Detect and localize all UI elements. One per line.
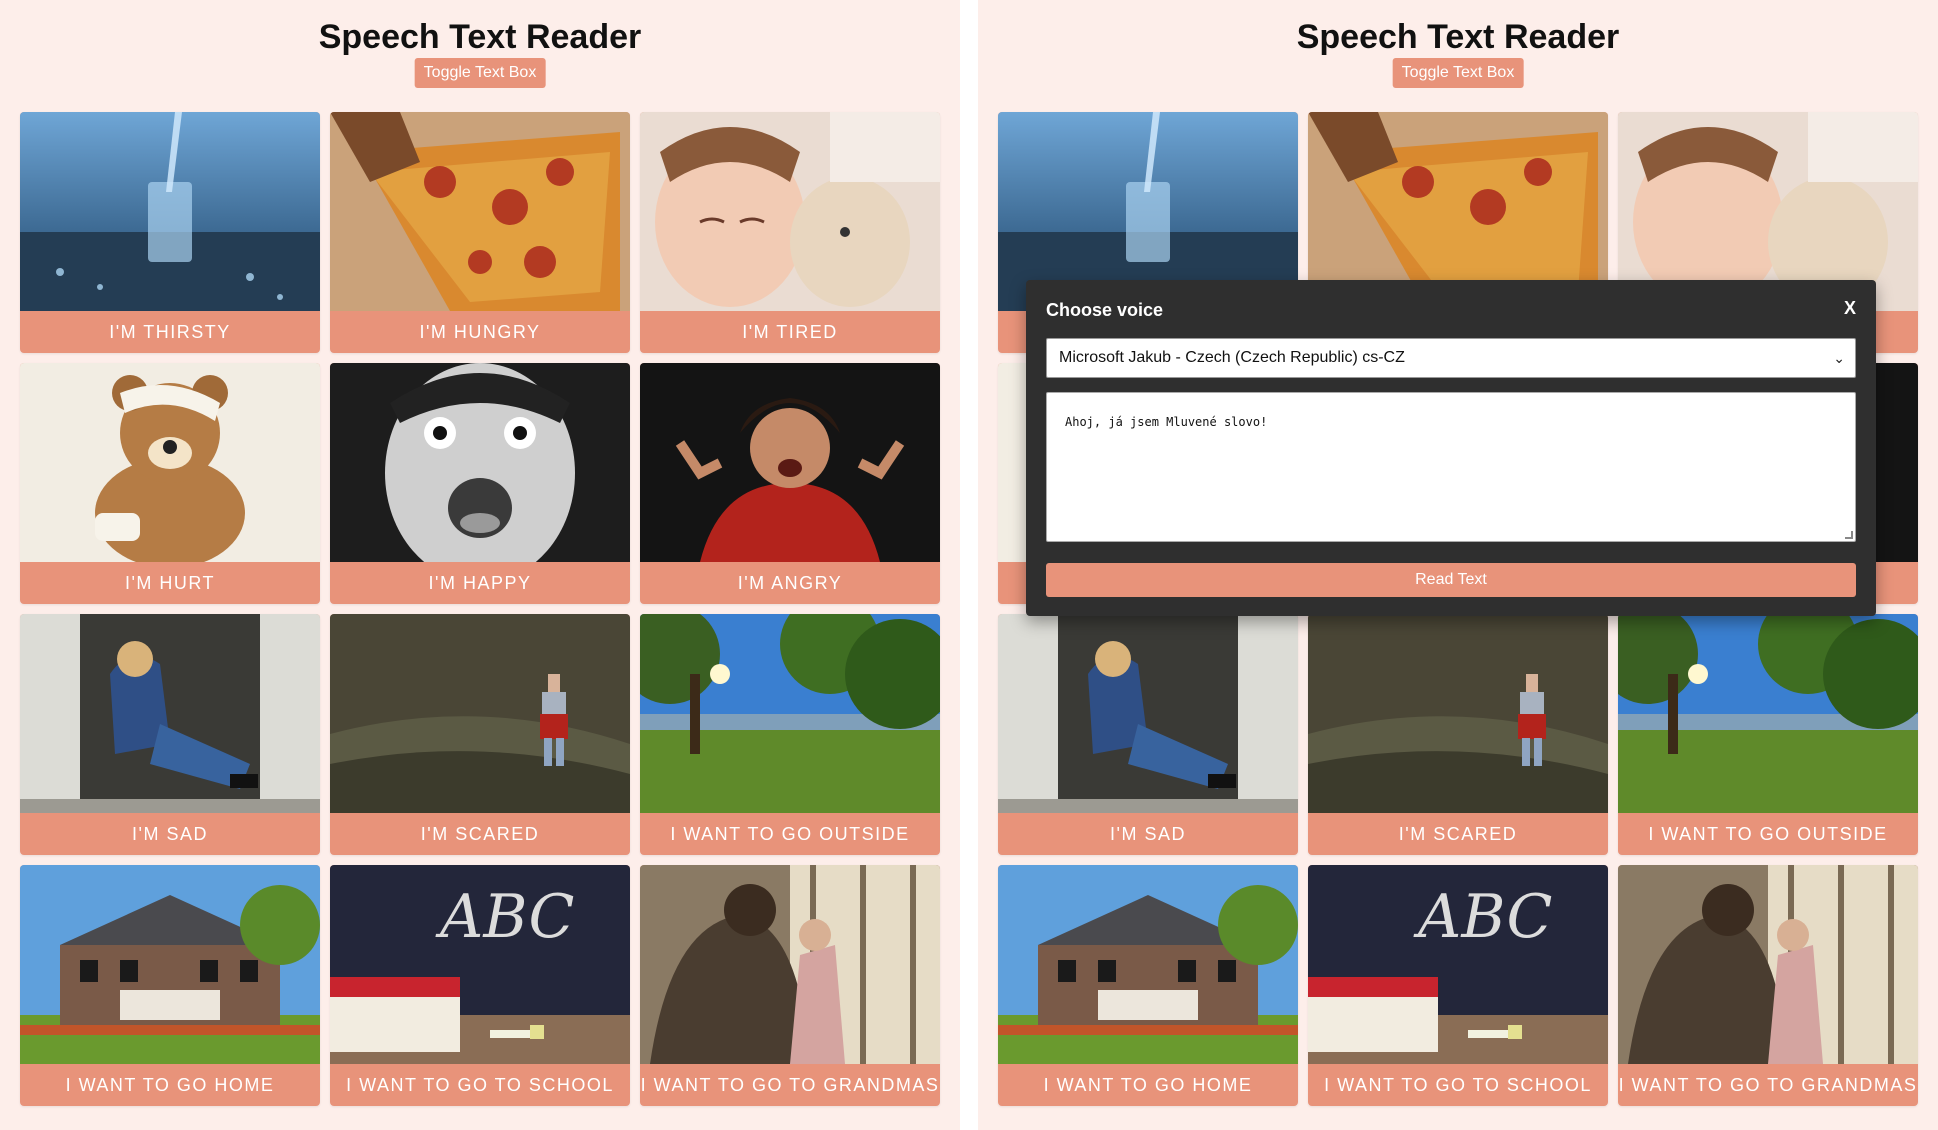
- house-image: [20, 865, 320, 1064]
- card-sad[interactable]: I'm Sad: [20, 614, 320, 855]
- sleeping-child-image: [640, 112, 940, 311]
- card-thirsty[interactable]: I'm Thirsty: [20, 112, 320, 353]
- card-hungry[interactable]: I'm Hungry: [330, 112, 630, 353]
- card-label: I'm Thirsty: [109, 322, 231, 342]
- card-label: I Want To Go To School: [346, 1075, 614, 1095]
- card-home[interactable]: I Want To Go Home: [20, 865, 320, 1106]
- voice-select-value: Microsoft Jakub - Czech (Czech Republic)…: [1059, 349, 1405, 366]
- card-label: I Want To Go To School: [1324, 1075, 1592, 1095]
- card-label: I Want To Go Home: [1043, 1075, 1253, 1095]
- read-text-button[interactable]: Read Text: [1046, 563, 1856, 597]
- card-happy[interactable]: I'm Happy: [330, 363, 630, 604]
- screenshot-stage: Speech Text Reader Toggle Text Box I'm T…: [0, 0, 1938, 1130]
- card-grandmas[interactable]: I Want To Go To Grandmas: [640, 865, 940, 1106]
- sad-child-in-doorway-image: [998, 614, 1298, 813]
- water-glass-image: [20, 112, 320, 311]
- card-scared[interactable]: I'm Scared: [1308, 614, 1608, 855]
- park-sunlight-image: [1618, 614, 1918, 813]
- card-label: I Want To Go Outside: [1648, 824, 1888, 844]
- angry-boy-image: [640, 363, 940, 562]
- card-label: I'm Scared: [1398, 824, 1518, 844]
- sad-child-in-doorway-image: [20, 614, 320, 813]
- card-grid: I'm Thirsty I'm Hungry: [20, 112, 941, 1106]
- card-tired[interactable]: I'm Tired: [640, 112, 940, 353]
- card-home[interactable]: I Want To Go Home: [998, 865, 1298, 1106]
- card-label: I Want To Go To Grandmas: [640, 1075, 940, 1095]
- voice-select[interactable]: Microsoft Jakub - Czech (Czech Republic)…: [1046, 338, 1856, 378]
- grandmother-child-image: [640, 865, 940, 1064]
- card-label: I'm Happy: [428, 573, 532, 593]
- card-label: I Want To Go To Grandmas: [1618, 1075, 1918, 1095]
- text-area-value: Ahoj, já jsem Mluvené slovo!: [1065, 415, 1268, 429]
- child-alone-in-field-image: [330, 614, 630, 813]
- pizza-image: [330, 112, 630, 311]
- app-pane-left: Speech Text Reader Toggle Text Box I'm T…: [0, 0, 960, 1130]
- card-label: I Want To Go Home: [65, 1075, 275, 1095]
- card-label: I Want To Go Outside: [670, 824, 910, 844]
- choose-voice-modal: Choose voice X Microsoft Jakub - Czech (…: [1026, 280, 1876, 616]
- chevron-down-icon: ⌄: [1833, 350, 1845, 366]
- page-title: Speech Text Reader: [1296, 18, 1620, 56]
- card-label: I'm Angry: [737, 573, 843, 593]
- grandmother-child-image: [1618, 865, 1918, 1064]
- bandaged-teddy-bear-image: [20, 363, 320, 562]
- card-angry[interactable]: I'm Angry: [640, 363, 940, 604]
- close-icon[interactable]: X: [1844, 298, 1856, 319]
- card-label: I'm Scared: [420, 824, 540, 844]
- card-sad[interactable]: I'm Sad: [998, 614, 1298, 855]
- card-label: I'm Sad: [1110, 824, 1186, 844]
- toggle-text-box-button[interactable]: Toggle Text Box: [414, 58, 546, 88]
- card-label: I'm Hurt: [124, 573, 216, 593]
- card-hurt[interactable]: I'm Hurt: [20, 363, 320, 604]
- park-sunlight-image: [640, 614, 940, 813]
- card-label: I'm Sad: [132, 824, 208, 844]
- card-school[interactable]: ABC I Want To Go To School: [330, 865, 630, 1106]
- card-label: I'm Tired: [742, 322, 838, 342]
- card-outside[interactable]: I Want To Go Outside: [640, 614, 940, 855]
- card-scared[interactable]: I'm Scared: [330, 614, 630, 855]
- resize-handle-icon[interactable]: [1845, 531, 1853, 539]
- chalkboard-books-image: ABC: [330, 865, 630, 1064]
- card-grandmas[interactable]: I Want To Go To Grandmas: [1618, 865, 1918, 1106]
- card-label: I'm Hungry: [419, 322, 541, 342]
- chalkboard-text: ABC: [435, 882, 574, 952]
- house-image: [998, 865, 1298, 1064]
- modal-title: Choose voice: [1046, 300, 1164, 320]
- speech-text-area[interactable]: Ahoj, já jsem Mluvené slovo!: [1046, 392, 1856, 542]
- app-pane-right: Speech Text Reader Toggle Text Box I'm T…: [978, 0, 1938, 1130]
- page-title: Speech Text Reader: [318, 18, 642, 56]
- card-school[interactable]: ABC I Want To Go To School: [1308, 865, 1608, 1106]
- card-outside[interactable]: I Want To Go Outside: [1618, 614, 1918, 855]
- excited-boy-image: [330, 363, 630, 562]
- child-alone-in-field-image: [1308, 614, 1608, 813]
- toggle-text-box-button[interactable]: Toggle Text Box: [1392, 58, 1524, 88]
- chalkboard-text: ABC: [1413, 882, 1552, 952]
- chalkboard-books-image: ABC: [1308, 865, 1608, 1064]
